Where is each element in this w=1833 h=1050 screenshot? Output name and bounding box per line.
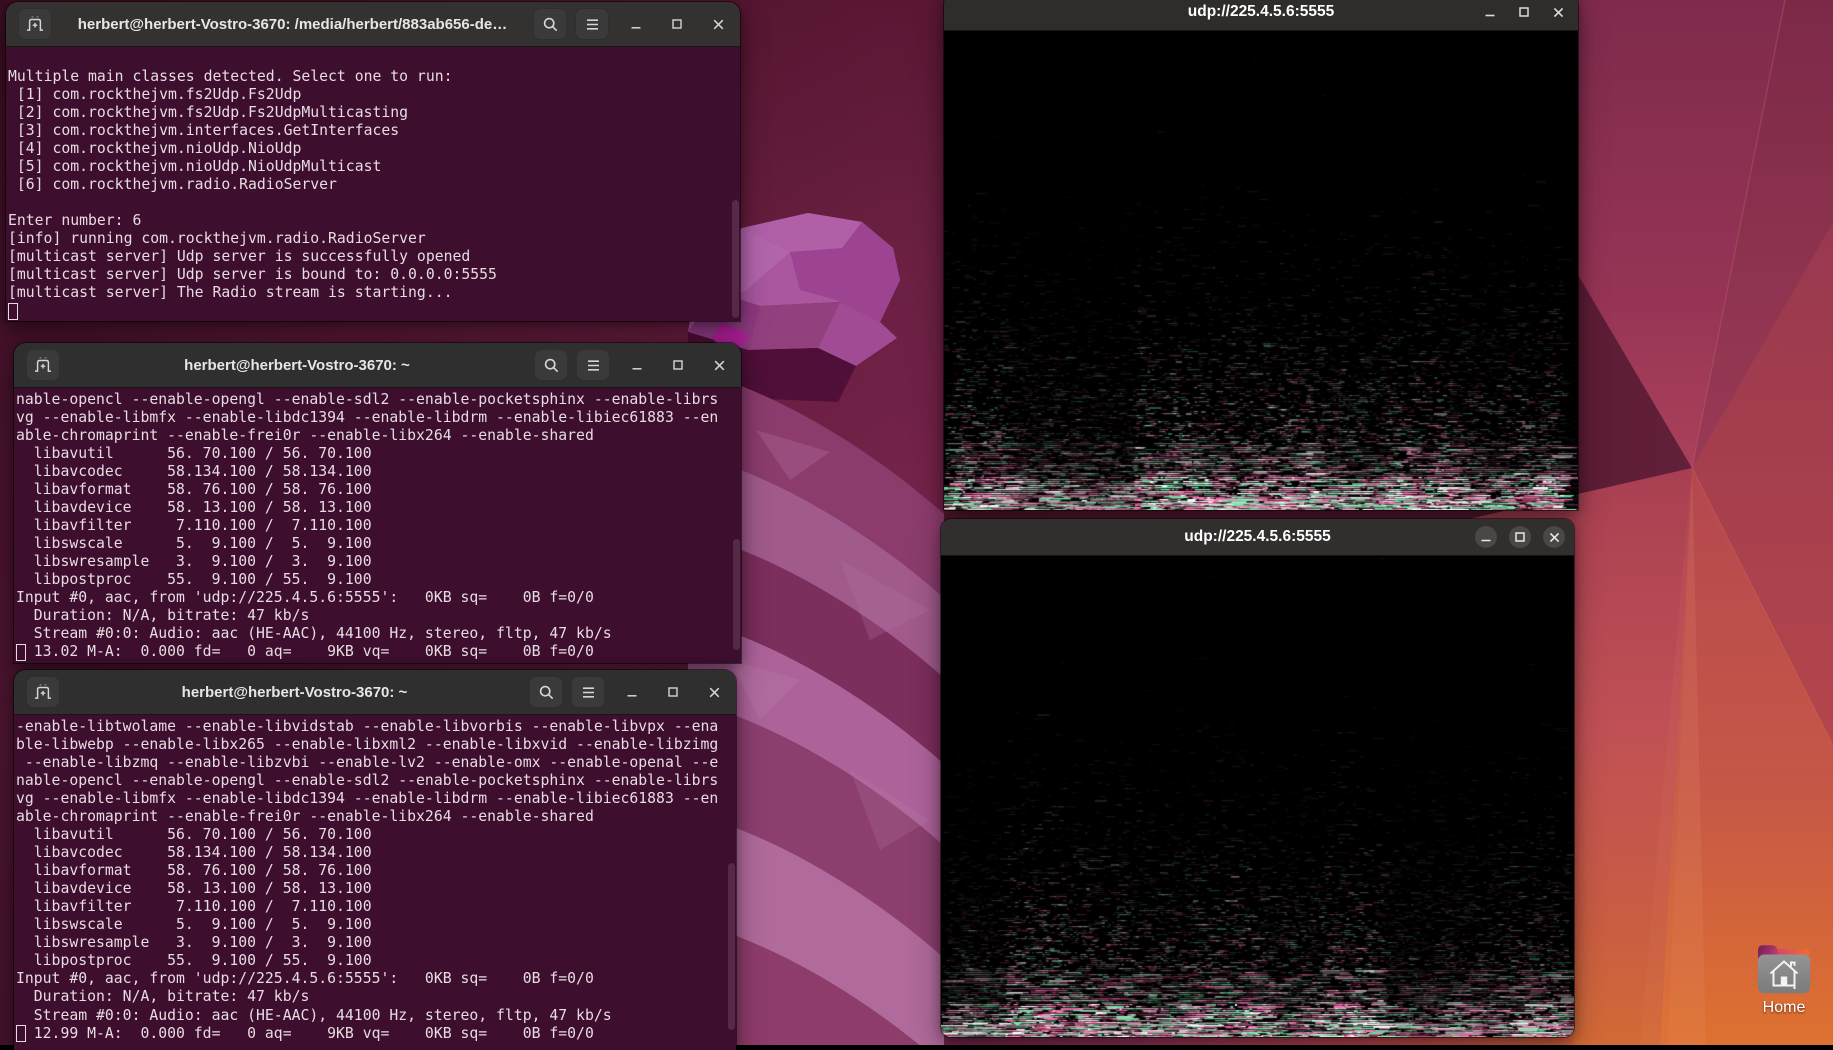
close-button[interactable] — [707, 349, 731, 381]
menu-button[interactable] — [576, 349, 610, 381]
video1-spectrum-display[interactable] — [944, 31, 1578, 510]
terminal3-output: -enable-libtwolame --enable-libvidstab -… — [14, 715, 736, 1043]
new-tab-button[interactable] — [26, 676, 60, 708]
hamburger-menu-icon — [581, 686, 596, 699]
close-button[interactable] — [702, 676, 726, 708]
new-tab-button[interactable] — [18, 8, 52, 40]
window-controls — [1479, 0, 1569, 30]
terminal3-cursor — [16, 1025, 26, 1042]
terminal2-cursor — [16, 644, 26, 661]
video2-titlebar[interactable]: udp://225.4.5.6:5555 — [941, 519, 1574, 556]
minimize-icon — [1485, 7, 1495, 17]
close-button[interactable] — [1547, 1, 1569, 23]
window-controls — [1475, 519, 1565, 555]
new-tab-icon — [25, 14, 45, 34]
minimize-button[interactable] — [620, 676, 644, 708]
terminal1-output: Multiple main classes detected. Select o… — [6, 47, 740, 302]
maximize-button[interactable] — [1513, 1, 1535, 23]
search-icon — [542, 16, 559, 33]
terminal1-cursor — [8, 303, 18, 320]
terminal-window-2: herbert@herbert-Vostro-3670: ~ — [14, 343, 741, 663]
video-window-2: udp://225.4.5.6:5555 — [941, 519, 1574, 1037]
home-folder-icon — [1756, 941, 1812, 995]
menu-button[interactable] — [571, 676, 605, 708]
close-button[interactable] — [1543, 526, 1565, 548]
new-tab-icon — [33, 355, 53, 375]
search-icon — [543, 357, 560, 374]
minimize-button[interactable] — [625, 349, 649, 381]
close-icon — [714, 360, 725, 371]
search-button[interactable] — [529, 676, 563, 708]
terminal1-scrollbar[interactable] — [732, 200, 739, 318]
maximize-icon — [672, 19, 682, 29]
minimize-icon — [631, 19, 641, 29]
terminal1-screen[interactable]: Multiple main classes detected. Select o… — [6, 47, 740, 321]
minimize-icon — [632, 360, 642, 370]
minimize-button[interactable] — [624, 8, 648, 40]
home-folder-desktop-icon[interactable]: Home — [1744, 941, 1824, 1017]
search-button[interactable] — [533, 8, 567, 40]
video1-titlebar[interactable]: udp://225.4.5.6:5555 — [944, 0, 1578, 31]
video-window-1: udp://225.4.5.6:5555 — [944, 0, 1578, 510]
terminal2-scrollbar[interactable] — [733, 539, 740, 650]
minimize-icon — [1481, 532, 1491, 542]
maximize-icon — [1519, 7, 1529, 17]
video2-spectrum-display[interactable] — [941, 556, 1574, 1037]
terminal2-titlebar[interactable]: herbert@herbert-Vostro-3670: ~ — [14, 343, 741, 388]
maximize-button[interactable] — [666, 349, 690, 381]
maximize-icon — [668, 687, 678, 697]
maximize-button[interactable] — [661, 676, 685, 708]
maximize-button[interactable] — [665, 8, 689, 40]
terminal1-titlebar[interactable]: herbert@herbert-Vostro-3670: /media/herb… — [6, 2, 740, 47]
terminal3-screen[interactable]: -enable-libtwolame --enable-libvidstab -… — [14, 715, 736, 1050]
maximize-icon — [673, 360, 683, 370]
new-tab-button[interactable] — [26, 349, 60, 381]
close-button[interactable] — [706, 8, 730, 40]
terminal-window-3: herbert@herbert-Vostro-3670: ~ — [14, 670, 736, 1050]
home-icon-label: Home — [1744, 999, 1824, 1017]
terminal2-title: herbert@herbert-Vostro-3670: ~ — [60, 357, 534, 374]
close-icon — [1549, 532, 1560, 543]
close-icon — [1553, 7, 1564, 18]
hamburger-menu-icon — [585, 18, 600, 31]
close-icon — [713, 19, 724, 30]
terminal3-title: herbert@herbert-Vostro-3670: ~ — [60, 684, 529, 701]
minimize-icon — [627, 687, 637, 697]
maximize-icon — [1515, 532, 1525, 542]
new-tab-icon — [33, 682, 53, 702]
terminal3-scrollbar[interactable] — [728, 863, 735, 1030]
terminal2-screen[interactable]: nable-opencl --enable-opengl --enable-sd… — [14, 388, 741, 663]
terminal1-title: herbert@herbert-Vostro-3670: /media/herb… — [52, 16, 533, 33]
minimize-button[interactable] — [1479, 1, 1501, 23]
maximize-button[interactable] — [1509, 526, 1531, 548]
minimize-button[interactable] — [1475, 526, 1497, 548]
terminal-window-1: herbert@herbert-Vostro-3670: /media/herb… — [6, 2, 740, 321]
terminal2-output: nable-opencl --enable-opengl --enable-sd… — [14, 388, 741, 661]
hamburger-menu-icon — [586, 359, 601, 372]
search-icon — [538, 684, 555, 701]
terminal3-titlebar[interactable]: herbert@herbert-Vostro-3670: ~ — [14, 670, 736, 715]
search-button[interactable] — [534, 349, 568, 381]
close-icon — [709, 687, 720, 698]
menu-button[interactable] — [575, 8, 609, 40]
